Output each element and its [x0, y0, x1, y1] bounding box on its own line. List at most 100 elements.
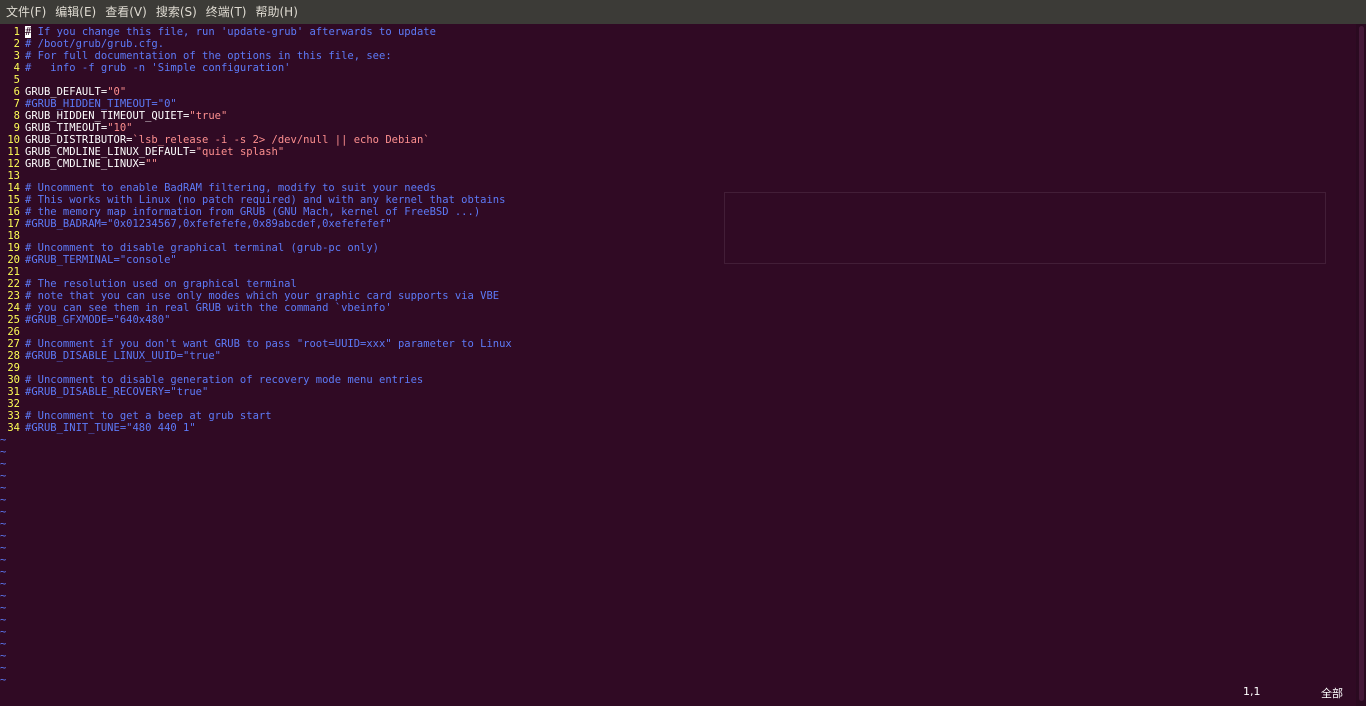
- scrollbar[interactable]: [1356, 24, 1366, 706]
- line-content: GRUB_DEFAULT="0": [25, 86, 126, 98]
- line-number: 21: [7, 266, 20, 278]
- editor-line[interactable]: 28 #GRUB_DISABLE_LINUX_UUID="true": [0, 350, 512, 362]
- config-key: GRUB_HIDDEN_TIMEOUT_QUIET=: [25, 110, 190, 122]
- empty-line-marker: ~: [0, 506, 7, 518]
- terminal-window[interactable]: 1 # If you change this file, run 'update-…: [0, 24, 1356, 706]
- line-content: GRUB_DISTRIBUTOR=`lsb_release -i -s 2> /…: [25, 134, 430, 146]
- line-content: GRUB_TIMEOUT="10": [25, 122, 132, 134]
- line-content: # If you change this file, run 'update-g…: [25, 26, 436, 38]
- empty-line-marker: ~: [0, 530, 7, 542]
- ghost-panel: [724, 192, 1326, 264]
- line-number: 22: [7, 278, 20, 290]
- editor-line[interactable]: 26: [0, 326, 512, 338]
- line-number: 25: [7, 314, 20, 326]
- editor-line[interactable]: 34 #GRUB_INIT_TUNE="480 440 1": [0, 422, 512, 434]
- editor-line[interactable]: 32: [0, 398, 512, 410]
- config-value: "": [145, 158, 158, 170]
- editor-line[interactable]: 19 # Uncomment to disable graphical termi…: [0, 242, 512, 254]
- line-number: 30: [7, 374, 20, 386]
- editor-line[interactable]: 8 GRUB_HIDDEN_TIMEOUT_QUIET="true": [0, 110, 512, 122]
- menu-item-4[interactable]: 终端(T): [202, 0, 251, 24]
- line-content: #GRUB_DISABLE_LINUX_UUID="true": [25, 350, 221, 362]
- scrollbar-thumb[interactable]: [1359, 26, 1364, 701]
- line-number: 28: [7, 350, 20, 362]
- line-content: # For full documentation of the options …: [25, 50, 392, 62]
- editor-line[interactable]: 12 GRUB_CMDLINE_LINUX="": [0, 158, 512, 170]
- line-number: 23: [7, 290, 20, 302]
- line-number: 20: [7, 254, 20, 266]
- empty-line-marker: ~: [0, 590, 7, 602]
- editor-line[interactable]: 21: [0, 266, 512, 278]
- line-number: 8: [13, 110, 20, 122]
- empty-line-marker: ~: [0, 566, 7, 578]
- editor-line[interactable]: 33 # Uncomment to get a beep at grub star…: [0, 410, 512, 422]
- line-number: 19: [7, 242, 20, 254]
- editor-line[interactable]: 1 # If you change this file, run 'update-…: [0, 26, 512, 38]
- menu-item-0[interactable]: 文件(F): [2, 0, 50, 24]
- line-number: 4: [13, 62, 20, 74]
- editor-line[interactable]: 4 # info -f grub -n 'Simple configuration…: [0, 62, 512, 74]
- line-content: # you can see them in real GRUB with the…: [25, 302, 392, 314]
- config-key: GRUB_CMDLINE_LINUX_DEFAULT=: [25, 146, 196, 158]
- line-number: 12: [7, 158, 20, 170]
- editor-line[interactable]: 24 # you can see them in real GRUB with t…: [0, 302, 512, 314]
- empty-line-marker: ~: [0, 578, 7, 590]
- editor-line[interactable]: 18: [0, 230, 512, 242]
- menubar: 文件(F) 编辑(E) 查看(V) 搜索(S) 终端(T) 帮助(H): [0, 0, 1366, 24]
- empty-line-marker: ~: [0, 542, 7, 554]
- empty-line-marker: ~: [0, 434, 7, 446]
- editor-line[interactable]: 16 # the memory map information from GRUB…: [0, 206, 512, 218]
- editor-line[interactable]: 15 # This works with Linux (no patch requ…: [0, 194, 512, 206]
- editor-line[interactable]: 17 #GRUB_BADRAM="0x01234567,0xfefefefe,0x…: [0, 218, 512, 230]
- line-number: 34: [7, 422, 20, 434]
- line-number: 24: [7, 302, 20, 314]
- menu-item-3[interactable]: 搜索(S): [152, 0, 201, 24]
- config-value: "true": [189, 110, 228, 122]
- empty-line-marker: ~: [0, 602, 7, 614]
- editor-line[interactable]: 13: [0, 170, 512, 182]
- line-content: GRUB_CMDLINE_LINUX_DEFAULT="quiet splash…: [25, 146, 284, 158]
- editor-line[interactable]: 10 GRUB_DISTRIBUTOR=`lsb_release -i -s 2>…: [0, 134, 512, 146]
- line-number: 6: [13, 86, 20, 98]
- line-content: # Uncomment to disable generation of rec…: [25, 374, 424, 386]
- line-number: 13: [7, 170, 20, 182]
- editor-line[interactable]: 27 # Uncomment if you don't want GRUB to …: [0, 338, 512, 350]
- menu-item-1[interactable]: 编辑(E): [51, 0, 100, 24]
- editor-line[interactable]: 22 # The resolution used on graphical ter…: [0, 278, 512, 290]
- line-content: # info -f grub -n 'Simple configuration': [25, 62, 291, 74]
- editor-line[interactable]: 6 GRUB_DEFAULT="0": [0, 86, 512, 98]
- config-key: GRUB_DISTRIBUTOR=: [25, 134, 133, 146]
- line-content: # This works with Linux (no patch requir…: [25, 194, 506, 206]
- cursor-position: 1,1: [1243, 685, 1261, 698]
- editor-buffer[interactable]: 1 # If you change this file, run 'update-…: [0, 26, 512, 686]
- empty-line-marker: ~: [0, 458, 7, 470]
- editor-line[interactable]: 3 # For full documentation of the options…: [0, 50, 512, 62]
- editor-line[interactable]: 5: [0, 74, 512, 86]
- config-value: "10": [107, 122, 133, 134]
- line-number: 17: [7, 218, 20, 230]
- editor-line[interactable]: 9 GRUB_TIMEOUT="10": [0, 122, 512, 134]
- editor-line[interactable]: 11 GRUB_CMDLINE_LINUX_DEFAULT="quiet spla…: [0, 146, 512, 158]
- editor-line[interactable]: 31 #GRUB_DISABLE_RECOVERY="true": [0, 386, 512, 398]
- menu-item-5[interactable]: 帮助(H): [252, 0, 302, 24]
- scroll-indicator: 全部: [1321, 687, 1343, 700]
- editor-line[interactable]: 23 # note that you can use only modes whi…: [0, 290, 512, 302]
- line-content: # the memory map information from GRUB (…: [25, 206, 481, 218]
- config-key: GRUB_DEFAULT=: [25, 86, 108, 98]
- line-content: # Uncomment if you don't want GRUB to pa…: [25, 338, 512, 350]
- menu-item-2[interactable]: 查看(V): [101, 0, 151, 24]
- editor-line[interactable]: 14 # Uncomment to enable BadRAM filtering…: [0, 182, 512, 194]
- line-content: #GRUB_INIT_TUNE="480 440 1": [25, 422, 196, 434]
- editor-line[interactable]: 7 #GRUB_HIDDEN_TIMEOUT="0": [0, 98, 512, 110]
- line-number: 1: [13, 26, 20, 38]
- line-content: # Uncomment to get a beep at grub start: [25, 410, 272, 422]
- editor-line[interactable]: 30 # Uncomment to disable generation of r…: [0, 374, 512, 386]
- line-number: 11: [7, 146, 20, 158]
- line-content: # The resolution used on graphical termi…: [25, 278, 297, 290]
- line-number: 7: [13, 98, 20, 110]
- editor-line[interactable]: 25 #GRUB_GFXMODE="640x480": [0, 314, 512, 326]
- editor-line[interactable]: 29: [0, 362, 512, 374]
- editor-line[interactable]: 20 #GRUB_TERMINAL="console": [0, 254, 512, 266]
- line-number: 2: [13, 38, 20, 50]
- editor-line[interactable]: 2 # /boot/grub/grub.cfg.: [0, 38, 512, 50]
